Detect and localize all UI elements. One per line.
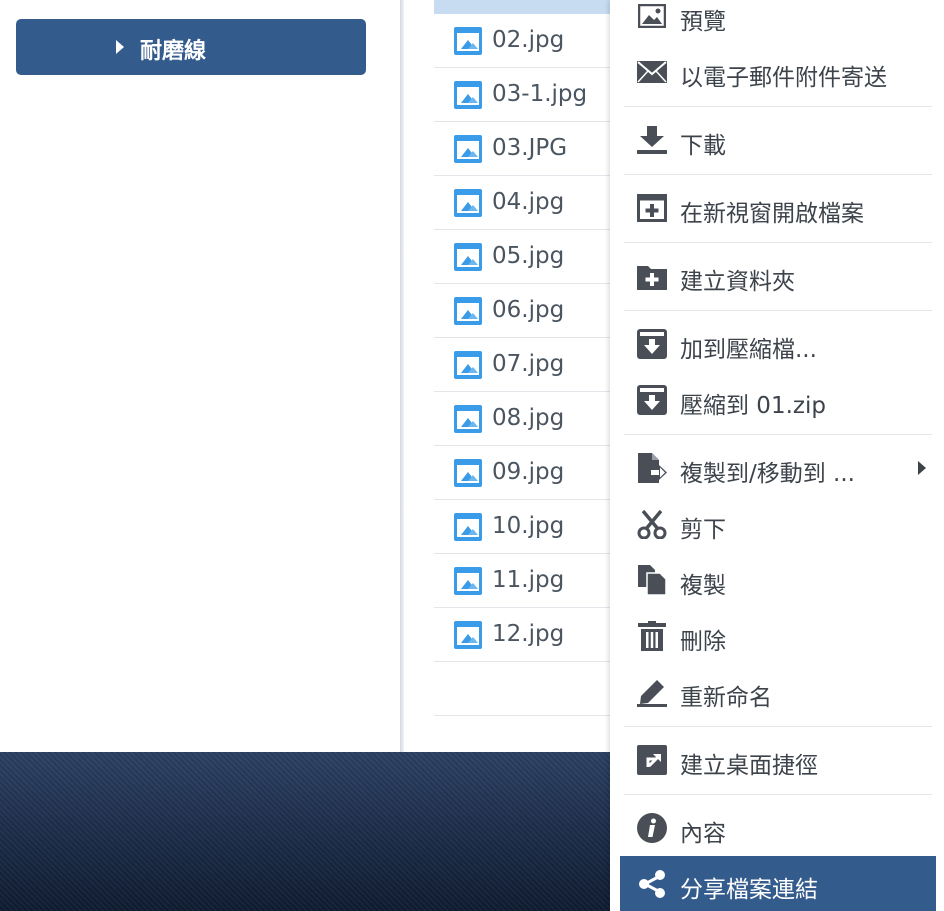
file-name: 11.jpg xyxy=(492,567,565,593)
archive-icon xyxy=(636,384,668,416)
menu-separator xyxy=(624,106,932,107)
pane-divider[interactable] xyxy=(400,0,404,752)
menu-item-properties[interactable]: 內容 xyxy=(620,800,936,856)
pencil-icon xyxy=(636,676,668,708)
file-row[interactable]: 08.jpg xyxy=(434,392,610,446)
shortcut-icon xyxy=(636,744,668,776)
file-row[interactable]: 04.jpg xyxy=(434,176,610,230)
file-station-window: 耐磨線 02.jpg 03-1.jpg 03.JPG 04.jpg 05.jpg… xyxy=(0,0,610,752)
menu-separator xyxy=(624,310,932,311)
file-row[interactable]: 11.jpg xyxy=(434,554,610,608)
file-row[interactable]: 02.jpg xyxy=(434,14,610,68)
file-row[interactable]: 07.jpg xyxy=(434,338,610,392)
menu-item-label: 刪除 xyxy=(680,629,726,655)
menu-item-copy-move[interactable]: 複製到/移動到 ... xyxy=(620,440,936,496)
folder-tree-item[interactable]: 耐磨線 xyxy=(16,19,366,75)
caret-right-icon[interactable] xyxy=(116,40,124,54)
file-row[interactable]: 05.jpg xyxy=(434,230,610,284)
image-icon xyxy=(636,0,668,32)
menu-item-cut[interactable]: 剪下 xyxy=(620,496,936,552)
file-name: 10.jpg xyxy=(492,513,565,539)
file-row[interactable]: 06.jpg xyxy=(434,284,610,338)
file-name: 09.jpg xyxy=(492,459,565,485)
image-file-icon xyxy=(454,513,482,541)
file-row[interactable]: 03-1.jpg xyxy=(434,68,610,122)
menu-item-rename[interactable]: 重新命名 xyxy=(620,664,936,720)
file-name: 06.jpg xyxy=(492,297,565,323)
file-name: 05.jpg xyxy=(492,243,565,269)
context-menu: 預覽 以電子郵件附件寄送 下載 在新視窗開啟檔案 建立資料夾 加到壓縮檔... xyxy=(610,0,944,911)
menu-item-open-new-window[interactable]: 在新視窗開啟檔案 xyxy=(620,180,936,236)
folder-plus-icon xyxy=(636,260,668,292)
image-file-icon xyxy=(454,459,482,487)
submenu-arrow-icon xyxy=(918,461,926,475)
menu-item-label: 剪下 xyxy=(680,517,726,543)
menu-item-label: 以電子郵件附件寄送 xyxy=(680,65,887,91)
selected-file-row[interactable] xyxy=(434,0,610,14)
envelope-icon xyxy=(636,56,668,88)
image-file-icon xyxy=(454,189,482,217)
info-icon xyxy=(636,812,668,844)
menu-separator xyxy=(624,174,932,175)
image-file-icon xyxy=(454,621,482,649)
menu-item-create-folder[interactable]: 建立資料夾 xyxy=(620,248,936,304)
image-file-icon xyxy=(454,27,482,55)
menu-item-label: 建立資料夾 xyxy=(680,269,795,295)
file-name: 03-1.jpg xyxy=(492,81,588,107)
folder-tree-item-label: 耐磨線 xyxy=(140,39,207,64)
file-name: 04.jpg xyxy=(492,189,565,215)
menu-separator xyxy=(624,434,932,435)
share-icon xyxy=(636,868,668,900)
file-row[interactable]: 03.JPG xyxy=(434,122,610,176)
menu-separator xyxy=(624,794,932,795)
menu-item-add-to-archive[interactable]: 加到壓縮檔... xyxy=(620,316,936,372)
image-file-icon xyxy=(454,81,482,109)
file-name: 07.jpg xyxy=(492,351,565,377)
image-file-icon xyxy=(454,405,482,433)
scissors-icon xyxy=(636,508,668,540)
menu-item-label: 建立桌面捷徑 xyxy=(680,753,818,779)
image-file-icon xyxy=(454,351,482,379)
menu-item-share-link[interactable]: 分享檔案連結 xyxy=(620,856,936,911)
menu-separator xyxy=(624,726,932,727)
file-row[interactable]: 10.jpg xyxy=(434,500,610,554)
menu-item-label: 複製 xyxy=(680,573,726,599)
file-name: 02.jpg xyxy=(492,27,565,53)
menu-item-label: 複製到/移動到 ... xyxy=(680,461,855,487)
image-file-icon xyxy=(454,297,482,325)
menu-item-label: 重新命名 xyxy=(680,685,772,711)
download-icon xyxy=(636,124,668,156)
menu-item-label: 預覽 xyxy=(680,9,726,35)
new-window-icon xyxy=(636,192,668,224)
image-file-icon xyxy=(454,243,482,271)
menu-item-compress-zip[interactable]: 壓縮到 01.zip xyxy=(620,372,936,428)
image-file-icon xyxy=(454,135,482,163)
trash-icon xyxy=(636,620,668,652)
file-name: 08.jpg xyxy=(492,405,565,431)
image-file-icon xyxy=(454,567,482,595)
menu-item-delete[interactable]: 刪除 xyxy=(620,608,936,664)
menu-item-label: 在新視窗開啟檔案 xyxy=(680,201,864,227)
menu-item-desktop-shortcut[interactable]: 建立桌面捷徑 xyxy=(620,732,936,788)
menu-item-label: 分享檔案連結 xyxy=(680,877,818,903)
archive-icon xyxy=(636,328,668,360)
folder-tree-pane: 耐磨線 xyxy=(0,0,400,752)
menu-item-label: 壓縮到 01.zip xyxy=(680,393,826,419)
menu-item-copy[interactable]: 複製 xyxy=(620,552,936,608)
file-row-empty xyxy=(434,662,610,716)
file-row[interactable]: 12.jpg xyxy=(434,608,610,662)
file-row[interactable]: 09.jpg xyxy=(434,446,610,500)
menu-item-label: 內容 xyxy=(680,821,726,847)
menu-item-email[interactable]: 以電子郵件附件寄送 xyxy=(620,44,936,100)
menu-item-download[interactable]: 下載 xyxy=(620,112,936,168)
menu-item-label: 下載 xyxy=(680,133,726,159)
file-name: 12.jpg xyxy=(492,621,565,647)
menu-separator xyxy=(624,242,932,243)
file-list: 02.jpg 03-1.jpg 03.JPG 04.jpg 05.jpg 06.… xyxy=(434,0,610,752)
menu-item-preview[interactable]: 預覽 xyxy=(620,0,936,44)
menu-item-label: 加到壓縮檔... xyxy=(680,337,817,363)
copy-move-icon xyxy=(636,452,668,484)
file-name: 03.JPG xyxy=(492,135,568,161)
copy-icon xyxy=(636,564,668,596)
